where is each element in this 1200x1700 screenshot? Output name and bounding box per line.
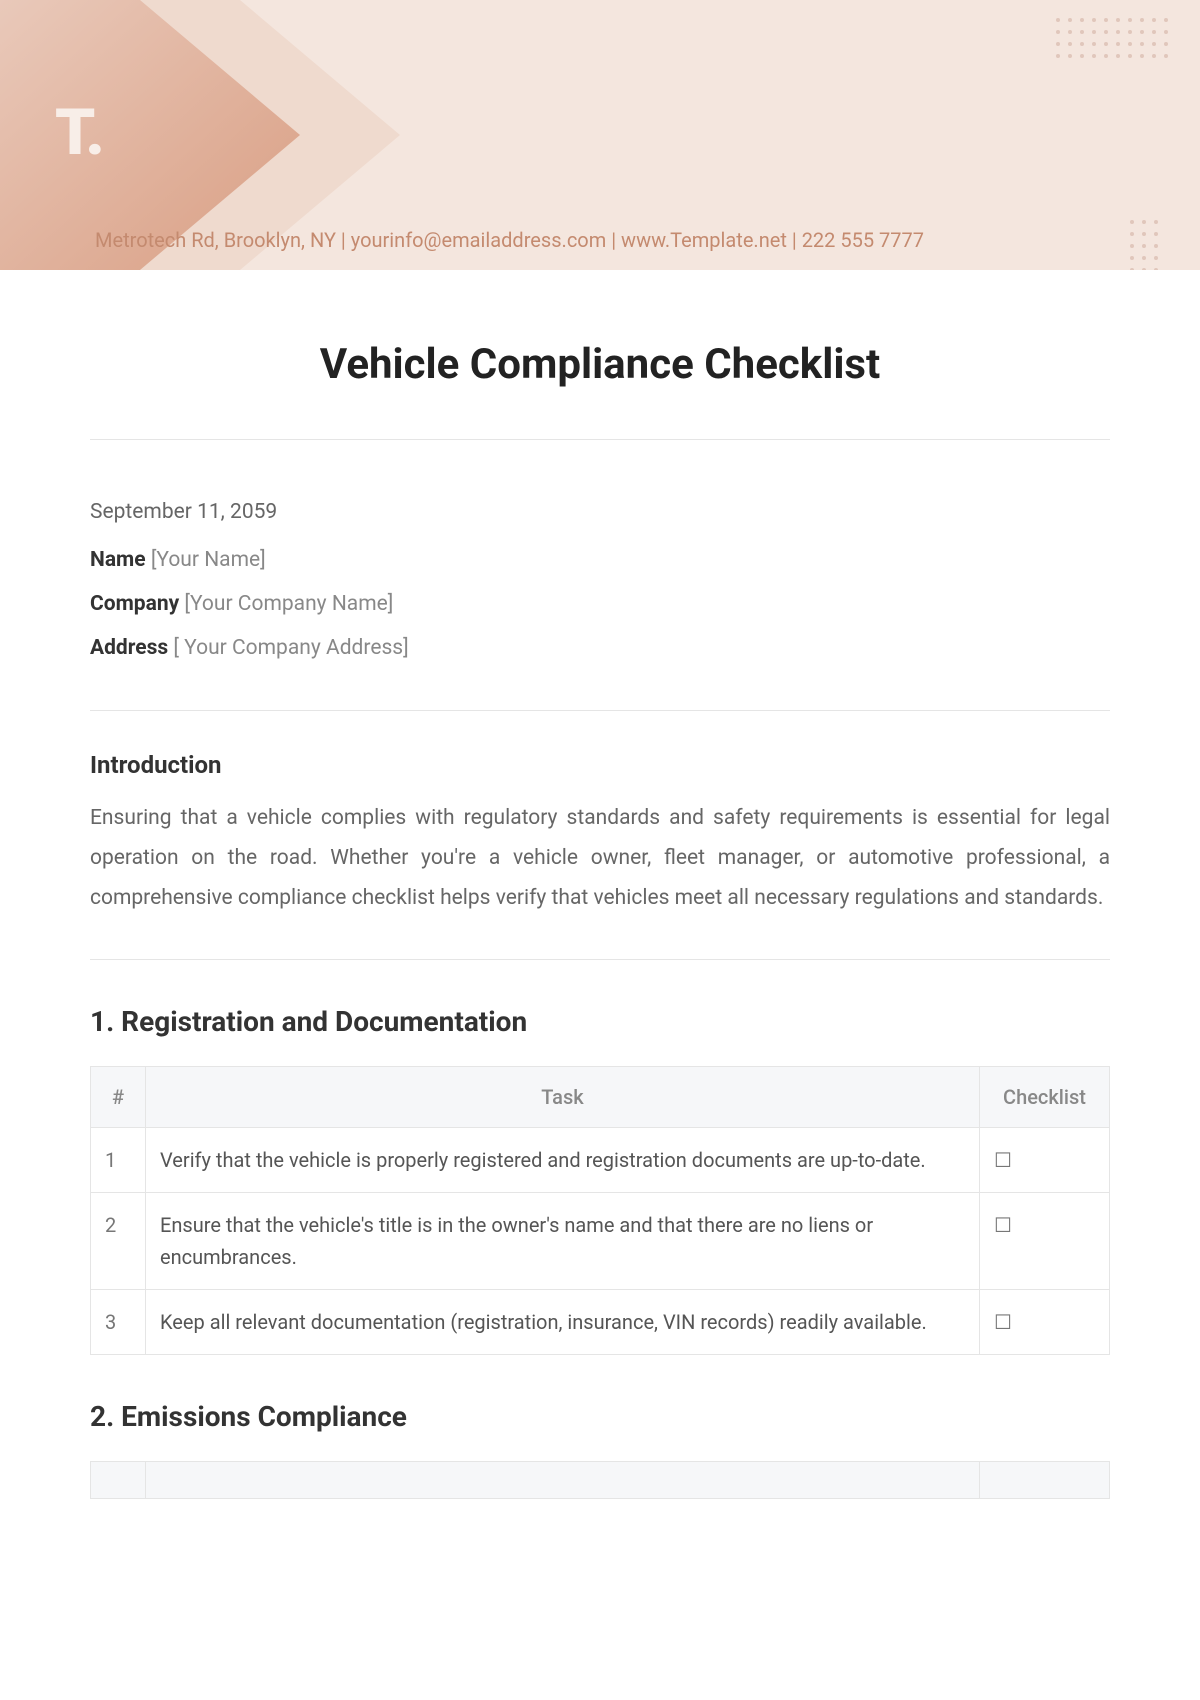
meta-name-row: Name [Your Name] [90,538,1110,582]
brand-logo: T. [55,95,103,170]
meta-company-row: Company [Your Company Name] [90,582,1110,626]
row-checkbox[interactable]: ☐ [980,1193,1110,1290]
section-1-title: 1. Registration and Documentation [90,1005,1110,1038]
row-task: Keep all relevant documentation (registr… [146,1290,980,1355]
col-checklist: Checklist [980,1067,1110,1128]
divider [90,959,1110,960]
row-number: 3 [91,1290,146,1355]
name-placeholder[interactable]: [Your Name] [151,548,266,572]
table-header-row: # Task Checklist [91,1067,1110,1128]
dot-grid-icon [1056,18,1170,60]
company-label: Company [90,592,179,616]
address-label: Address [90,636,168,660]
table-row: 3 Keep all relevant documentation (regis… [91,1290,1110,1355]
document-body: Vehicle Compliance Checklist September 1… [0,270,1200,1499]
col-task [146,1462,980,1499]
intro-heading: Introduction [90,751,1110,779]
row-checkbox[interactable]: ☐ [980,1290,1110,1355]
intro-body: Ensuring that a vehicle complies with re… [90,799,1110,919]
row-number: 2 [91,1193,146,1290]
col-task: Task [146,1067,980,1128]
table-row: 2 Ensure that the vehicle's title is in … [91,1193,1110,1290]
row-task: Ensure that the vehicle's title is in th… [146,1193,980,1290]
contact-info: Metrotech Rd, Brooklyn, NY | yourinfo@em… [95,228,1140,252]
page-title: Vehicle Compliance Checklist [90,340,1110,389]
row-number: 1 [91,1128,146,1193]
meta-block: September 11, 2059 Name [Your Name] Comp… [90,440,1110,710]
col-checklist [980,1462,1110,1499]
row-checkbox[interactable]: ☐ [980,1128,1110,1193]
col-number [91,1462,146,1499]
divider [90,710,1110,711]
section-2-title: 2. Emissions Compliance [90,1400,1110,1433]
emissions-table [90,1461,1110,1499]
registration-table: # Task Checklist 1 Verify that the vehic… [90,1066,1110,1355]
col-number: # [91,1067,146,1128]
letterhead-header: T. Metrotech Rd, Brooklyn, NY | yourinfo… [0,0,1200,270]
row-task: Verify that the vehicle is properly regi… [146,1128,980,1193]
address-placeholder[interactable]: [ Your Company Address] [173,636,408,660]
table-header-row [91,1462,1110,1499]
company-placeholder[interactable]: [Your Company Name] [184,592,393,616]
meta-address-row: Address [ Your Company Address] [90,626,1110,670]
name-label: Name [90,548,146,572]
table-row: 1 Verify that the vehicle is properly re… [91,1128,1110,1193]
document-date: September 11, 2059 [90,490,1110,534]
